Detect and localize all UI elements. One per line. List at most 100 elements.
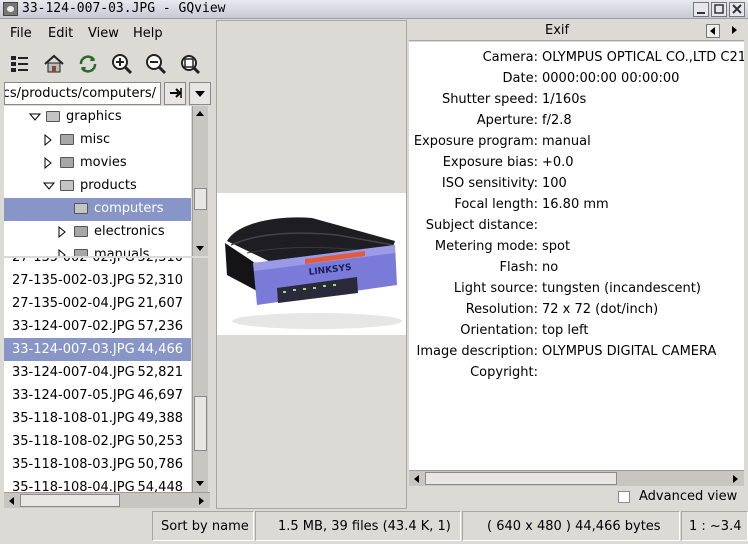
- advanced-view-checkbox[interactable]: [618, 491, 630, 503]
- exif-value: 100: [542, 176, 567, 191]
- tree-folder-row[interactable]: movies: [4, 152, 191, 175]
- advanced-view-toggle[interactable]: Advanced view: [618, 489, 744, 507]
- exif-label: Metering mode:: [434, 239, 538, 254]
- scroll-up-arrow[interactable]: [193, 107, 207, 121]
- folder-tree-scrollbar[interactable]: [192, 106, 208, 256]
- app-icon[interactable]: [3, 2, 18, 16]
- sort-button[interactable]: Sort by name: [152, 511, 254, 541]
- menu-edit[interactable]: Edit: [48, 26, 73, 41]
- refresh-button[interactable]: [76, 52, 100, 76]
- maximize-button[interactable]: [711, 2, 727, 17]
- file-name: 33-124-007-03.JPG: [12, 342, 135, 357]
- expander-expanded-icon[interactable]: [42, 180, 56, 192]
- exif-label: Image description:: [416, 344, 538, 359]
- file-name: 27-135-002-02.JPG: [12, 258, 135, 265]
- scroll-right-arrow[interactable]: [728, 472, 742, 486]
- scroll-thumb[interactable]: [194, 396, 207, 451]
- status-bar: Sort by name 1.5 MB, 39 files (43.4 K, 1…: [0, 510, 748, 544]
- exif-value: 72 x 72 (dot/inch): [542, 302, 659, 317]
- zoom-fit-button[interactable]: [178, 52, 202, 76]
- file-size: 49,388: [137, 411, 184, 426]
- file-row[interactable]: 27-135-002-03.JPG 52,310: [4, 269, 191, 292]
- title-bar[interactable]: 33-124-007-03.JPG - GQview: [0, 0, 748, 19]
- scroll-right-arrow[interactable]: [194, 494, 208, 508]
- file-name: 33-124-007-05.JPG: [12, 388, 135, 403]
- file-row[interactable]: 35-118-108-02.JPG 50,253: [4, 430, 191, 453]
- file-row[interactable]: 27-135-002-04.JPG 21,607: [4, 292, 191, 315]
- tree-folder-row[interactable]: misc: [4, 129, 191, 152]
- tree-folder-label: manuals: [94, 247, 150, 256]
- scroll-left-arrow[interactable]: [410, 472, 424, 486]
- tree-folder-row[interactable]: graphics: [4, 106, 191, 129]
- exif-value: manual: [542, 134, 591, 149]
- exif-label: Aperture:: [476, 113, 538, 128]
- scroll-down-arrow[interactable]: [193, 241, 207, 255]
- file-size: 46,697: [137, 388, 184, 403]
- chevron-left-icon: [414, 475, 419, 483]
- file-row[interactable]: 35-118-108-03.JPG 50,786: [4, 453, 191, 476]
- zoom-out-icon: [146, 54, 167, 75]
- file-row[interactable]: 33-124-007-02.JPG 57,236: [4, 315, 191, 338]
- file-row[interactable]: 33-124-007-03.JPG 44,466: [4, 338, 191, 361]
- tree-folder-row[interactable]: manuals: [4, 244, 191, 256]
- thumbnails-icon: [11, 56, 28, 72]
- path-bar: /graphics/products/computers/: [4, 82, 211, 106]
- menu-file[interactable]: File: [10, 26, 32, 41]
- path-history-dropdown[interactable]: [189, 82, 211, 105]
- image-view[interactable]: LINKSYS: [216, 20, 407, 509]
- tree-folder-row[interactable]: electronics: [4, 221, 191, 244]
- status-file-summary: 1.5 MB, 39 files (43.4 K, 1): [255, 511, 461, 541]
- exif-value: 1/160s: [542, 92, 587, 107]
- home-button[interactable]: [42, 52, 66, 76]
- exif-label: Shutter speed:: [441, 92, 538, 107]
- scroll-thumb[interactable]: [194, 188, 207, 210]
- file-size: 52,310: [137, 273, 184, 288]
- expander-collapsed-icon[interactable]: [43, 133, 53, 147]
- refresh-icon: [79, 55, 97, 73]
- minimize-button[interactable]: [693, 2, 709, 17]
- expander-collapsed-icon[interactable]: [57, 248, 67, 256]
- file-list-hscrollbar[interactable]: [4, 492, 210, 508]
- folder-icon: [60, 157, 74, 168]
- expander-expanded-icon[interactable]: [28, 111, 42, 123]
- exif-label: Copyright:: [470, 365, 538, 380]
- tree-folder-row[interactable]: computers: [4, 198, 191, 221]
- file-row[interactable]: 35-118-108-04.JPG 54,448: [4, 476, 191, 492]
- scroll-thumb[interactable]: [20, 494, 120, 507]
- tree-folder-row[interactable]: products: [4, 175, 191, 198]
- file-row[interactable]: 27-135-002-02.JPG52,310: [4, 258, 191, 269]
- menu-help[interactable]: Help: [133, 26, 163, 41]
- file-row[interactable]: 33-124-007-04.JPG 52,821: [4, 361, 191, 384]
- exif-nav-next-button[interactable]: [728, 24, 742, 38]
- expander-collapsed-icon[interactable]: [57, 225, 67, 239]
- path-input[interactable]: /graphics/products/computers/: [4, 82, 161, 105]
- expander-collapsed-icon[interactable]: [43, 156, 53, 170]
- scroll-thumb[interactable]: [425, 472, 617, 485]
- exif-label: Exposure bias:: [442, 155, 538, 170]
- file-list-scrollbar[interactable]: [192, 258, 208, 492]
- exif-hscrollbar[interactable]: [409, 470, 744, 486]
- folder-open-icon: [74, 203, 88, 214]
- thumbnails-button[interactable]: [8, 52, 32, 76]
- minimize-icon: [697, 12, 705, 14]
- file-row[interactable]: 33-124-007-05.JPG 46,697: [4, 384, 191, 407]
- menu-view[interactable]: View: [88, 26, 119, 41]
- scroll-left-arrow[interactable]: [5, 494, 19, 508]
- file-name: 27-135-002-03.JPG: [12, 273, 135, 288]
- zoom-out-button[interactable]: [144, 52, 168, 76]
- folder-open-icon: [46, 111, 60, 122]
- exif-nav-prev-button[interactable]: [706, 24, 720, 38]
- chevron-down-icon: [196, 246, 204, 251]
- scroll-down-arrow[interactable]: [193, 476, 207, 490]
- file-list: 27-135-002-02.JPG52,31027-135-002-03.JPG…: [4, 258, 191, 492]
- close-button[interactable]: [729, 2, 745, 17]
- exif-row: Date: 0000:00:00 00:00:00: [409, 69, 744, 90]
- file-row[interactable]: 35-118-108-01.JPG 49,388: [4, 407, 191, 430]
- chevron-right-icon: [733, 475, 738, 483]
- advanced-view-label: Advanced view: [639, 489, 738, 504]
- zoom-in-button[interactable]: [110, 52, 134, 76]
- file-size: 52,821: [137, 365, 184, 380]
- exif-row: Light source: tungsten (incandescent): [409, 279, 744, 300]
- path-go-button[interactable]: [164, 82, 186, 105]
- file-name: 27-135-002-04.JPG: [12, 296, 135, 311]
